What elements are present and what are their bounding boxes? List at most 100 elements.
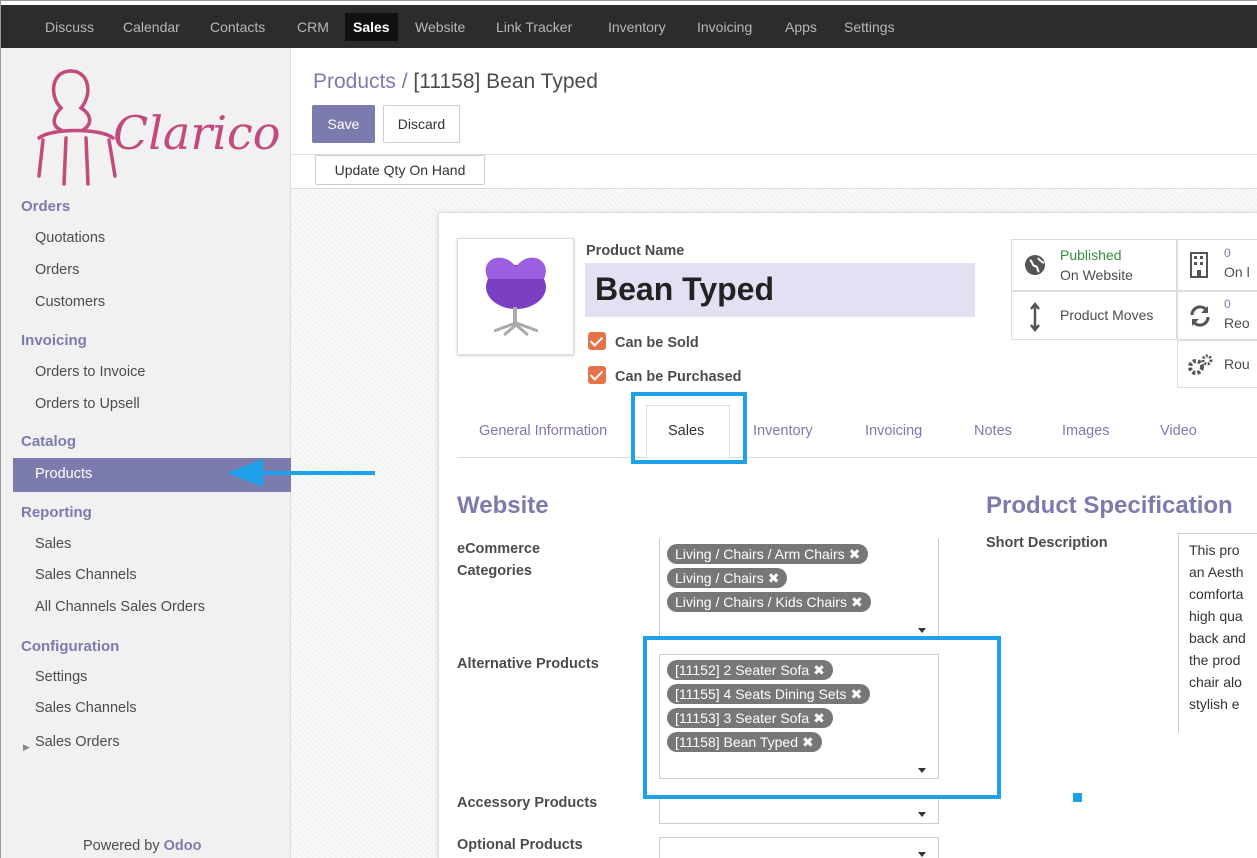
remove-tag-icon[interactable]: ✖ — [768, 570, 780, 586]
tag-text: Living / Chairs / Arm Chairs — [675, 546, 845, 562]
can-be-purchased-checkbox[interactable] — [588, 366, 606, 384]
update-qty-button[interactable]: Update Qty On Hand — [315, 155, 485, 185]
sidebar-item-config-sales-channels[interactable]: Sales Channels — [35, 700, 137, 716]
on-hand-button[interactable]: 0 On l — [1177, 239, 1257, 291]
nav-calendar[interactable]: Calendar — [123, 19, 180, 35]
dropdown-caret-icon[interactable] — [918, 852, 926, 857]
description-line: the prod — [1189, 652, 1241, 668]
accessory-products-label: Accessory Products — [457, 795, 598, 811]
tab-general-information[interactable]: General Information — [479, 423, 607, 439]
ecommerce-tag[interactable]: Living / Chairs ✖ — [667, 568, 788, 588]
published-status: Published — [1060, 247, 1122, 263]
caret-right-icon[interactable]: ▶ — [23, 742, 30, 753]
reordering-label: Reo — [1224, 315, 1250, 331]
sidebar: Clarico Orders Quotations Orders Custome… — [1, 48, 291, 858]
chair-image-icon — [485, 257, 546, 337]
sidebar-item-settings[interactable]: Settings — [35, 669, 87, 685]
highlight-alternative-products — [643, 636, 1001, 799]
tag-text: Living / Chairs / Kids Chairs — [675, 594, 847, 610]
accessory-products-field[interactable] — [659, 796, 939, 824]
arrow-left-icon — [227, 459, 263, 487]
description-line: back and — [1189, 630, 1246, 646]
dropdown-caret-icon[interactable] — [918, 812, 926, 817]
description-line: chair alo — [1189, 674, 1242, 690]
website-section-title: Website — [457, 492, 549, 519]
remove-tag-icon[interactable]: ✖ — [851, 594, 863, 610]
chair-logo-icon — [37, 69, 117, 186]
sidebar-item-sales[interactable]: Sales — [35, 536, 71, 552]
published-sub: On Website — [1060, 267, 1133, 283]
remove-tag-icon[interactable]: ✖ — [849, 546, 861, 562]
tab-invoicing[interactable]: Invoicing — [865, 423, 922, 439]
ecommerce-tag[interactable]: Living / Chairs / Kids Chairs ✖ — [667, 592, 871, 612]
nav-crm[interactable]: CRM — [297, 19, 329, 35]
can-be-sold-checkbox[interactable] — [588, 332, 606, 350]
nav-inventory[interactable]: Inventory — [608, 19, 666, 35]
optional-products-field[interactable] — [659, 837, 939, 858]
product-image[interactable] — [457, 238, 574, 355]
nav-invoicing[interactable]: Invoicing — [697, 19, 752, 35]
sidebar-item-customers[interactable]: Customers — [35, 294, 105, 310]
on-hand-label: On l — [1224, 264, 1250, 280]
tab-notes[interactable]: Notes — [974, 423, 1012, 439]
on-hand-count: 0 — [1224, 246, 1231, 260]
ecommerce-label-1: eCommerce — [457, 541, 541, 557]
product-moves-button[interactable]: Product Moves — [1011, 291, 1177, 340]
ecommerce-tag[interactable]: Living / Chairs / Arm Chairs ✖ — [667, 544, 869, 564]
optional-products-label: Optional Products — [457, 837, 583, 853]
short-description-field[interactable]: This pro an Aesth comforta high qua back… — [1178, 533, 1257, 733]
published-button[interactable]: Published On Website — [1011, 239, 1177, 291]
nav-discuss[interactable]: Discuss — [45, 19, 94, 35]
dropdown-caret-icon[interactable] — [918, 628, 926, 633]
tab-inventory[interactable]: Inventory — [753, 423, 813, 439]
tab-video[interactable]: Video — [1160, 423, 1197, 439]
product-name-value: Bean Typed — [595, 271, 774, 307]
can-be-sold-label: Can be Sold — [615, 335, 699, 351]
description-line: high qua — [1189, 608, 1243, 624]
sidebar-item-all-channels-sales-orders[interactable]: All Channels Sales Orders — [35, 599, 205, 615]
product-name-input[interactable]: Bean Typed — [585, 263, 975, 317]
annotation-arrow-line — [263, 471, 375, 475]
refresh-icon — [1190, 305, 1210, 327]
description-line: This pro — [1189, 542, 1240, 558]
sidebar-item-label: Products — [35, 466, 93, 482]
breadcrumb-current: [11158] Bean Typed — [413, 70, 598, 93]
section-catalog: Catalog — [21, 433, 77, 450]
nav-contacts[interactable]: Contacts — [210, 19, 265, 35]
control-panel: Products / [11158] Bean Typed Save Disca… — [291, 48, 1257, 189]
sidebar-item-orders[interactable]: Orders — [35, 262, 79, 278]
section-orders: Orders — [21, 198, 71, 215]
breadcrumb: Products / [11158] Bean Typed — [313, 70, 598, 94]
sidebar-item-orders-to-upsell[interactable]: Orders to Upsell — [35, 396, 140, 412]
tabs-border — [457, 457, 1257, 458]
routes-button[interactable]: Rou — [1177, 340, 1257, 388]
save-button[interactable]: Save — [312, 105, 375, 143]
specification-section-title: Product Specification — [986, 492, 1233, 519]
sidebar-item-orders-to-invoice[interactable]: Orders to Invoice — [35, 364, 145, 380]
section-configuration: Configuration — [21, 638, 120, 655]
nav-apps[interactable]: Apps — [785, 19, 817, 35]
description-line: stylish e — [1189, 696, 1240, 712]
highlight-sales-tab — [631, 392, 747, 464]
powered-by: Powered by Odoo — [83, 838, 201, 854]
breadcrumb-products[interactable]: Products / — [313, 70, 408, 93]
tab-images[interactable]: Images — [1062, 423, 1110, 439]
reordering-button[interactable]: 0 Reo — [1177, 291, 1257, 340]
odoo-link[interactable]: Odoo — [164, 838, 202, 854]
section-reporting: Reporting — [21, 504, 92, 521]
nav-settings[interactable]: Settings — [844, 19, 895, 35]
can-be-purchased-label: Can be Purchased — [615, 369, 742, 385]
logo-text: Clarico — [113, 106, 281, 160]
company-logo[interactable]: Clarico — [31, 66, 281, 186]
annotation-dot — [1073, 793, 1082, 802]
discard-button[interactable]: Discard — [383, 105, 460, 143]
sidebar-item-sales-orders[interactable]: Sales Orders — [35, 734, 120, 750]
sidebar-item-sales-channels[interactable]: Sales Channels — [35, 567, 137, 583]
section-invoicing: Invoicing — [21, 332, 87, 349]
nav-link-tracker[interactable]: Link Tracker — [496, 19, 572, 35]
sidebar-item-quotations[interactable]: Quotations — [35, 230, 105, 246]
nav-website[interactable]: Website — [415, 19, 465, 35]
description-line: an Aesth — [1189, 564, 1244, 580]
nav-sales[interactable]: Sales — [345, 13, 398, 41]
tag-text: Living / Chairs — [675, 570, 764, 586]
